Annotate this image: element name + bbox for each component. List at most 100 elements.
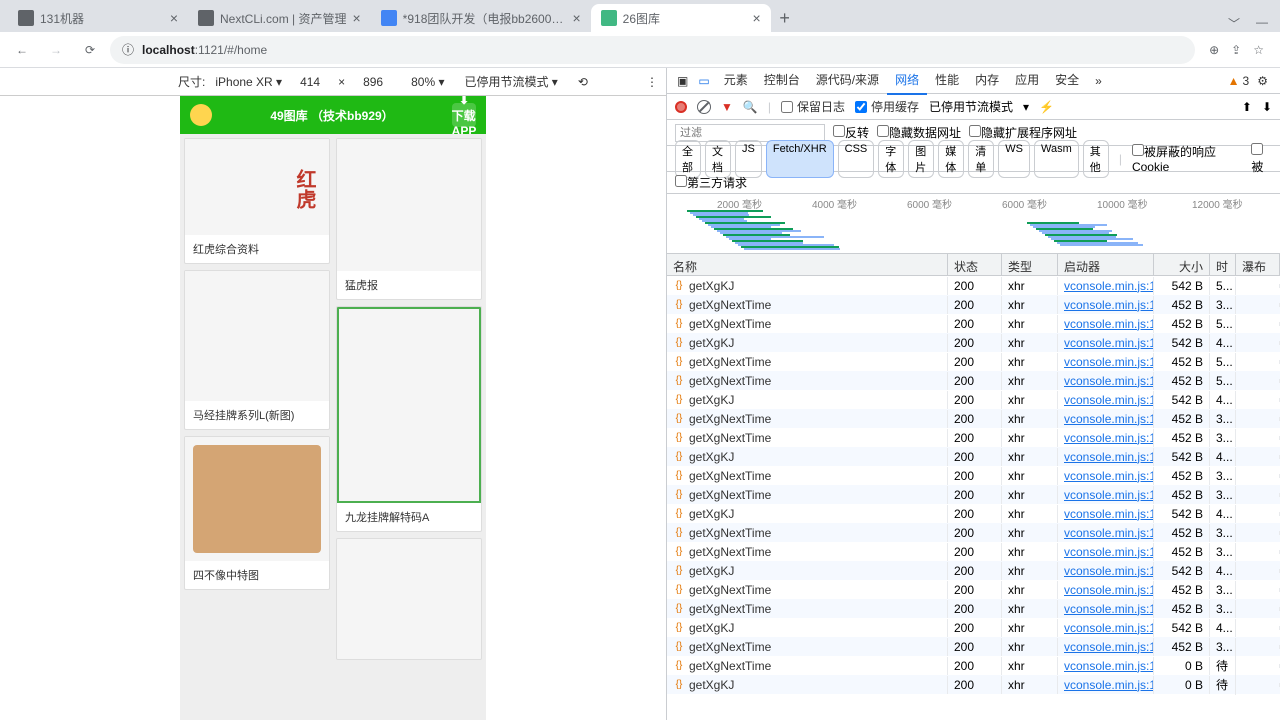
network-row[interactable]: {}getXgNextTime200xhrvconsole.min.js:104…: [667, 485, 1280, 504]
minimize-icon[interactable]: ﹀: [1228, 15, 1240, 32]
request-initiator[interactable]: vconsole.min.js:10: [1058, 467, 1154, 485]
network-row[interactable]: {}getXgNextTime200xhrvconsole.min.js:104…: [667, 295, 1280, 314]
back-button[interactable]: ←: [8, 36, 36, 64]
devtools-tab[interactable]: 性能: [927, 66, 967, 95]
content-card[interactable]: 九龙挂牌解特码A: [336, 306, 482, 532]
request-initiator[interactable]: vconsole.min.js:10: [1058, 562, 1154, 580]
close-tab-icon[interactable]: ×: [170, 10, 178, 26]
browser-tab[interactable]: *918团队开发（电报bb2600）-(×: [371, 4, 591, 32]
request-initiator[interactable]: vconsole.min.js:10: [1058, 391, 1154, 409]
network-row[interactable]: {}getXgNextTime200xhrvconsole.min.js:104…: [667, 599, 1280, 618]
content-card[interactable]: 马经挂牌系列L(新图): [184, 270, 330, 430]
invert-checkbox[interactable]: 反转: [833, 124, 869, 141]
import-icon[interactable]: ⬆: [1242, 100, 1252, 114]
network-row[interactable]: {}getXgKJ200xhrvconsole.min.js:10542 B4.…: [667, 390, 1280, 409]
request-initiator[interactable]: vconsole.min.js:10: [1058, 410, 1154, 428]
browser-tab[interactable]: 26图库×: [591, 4, 771, 32]
request-initiator[interactable]: vconsole.min.js:10: [1058, 676, 1154, 694]
network-row[interactable]: {}getXgKJ200xhrvconsole.min.js:10542 B4.…: [667, 561, 1280, 580]
devtools-tab[interactable]: 安全: [1047, 66, 1087, 95]
hide-data-checkbox[interactable]: 隐藏数据网址: [877, 124, 961, 141]
content-card[interactable]: 猛虎报: [336, 138, 482, 300]
hide-ext-checkbox[interactable]: 隐藏扩展程序网址: [969, 124, 1077, 141]
col-initiator[interactable]: 启动器: [1058, 254, 1154, 275]
share-icon[interactable]: ⇪: [1231, 43, 1241, 57]
translate-icon[interactable]: ⊕: [1209, 43, 1219, 57]
waterfall-overview[interactable]: 2000 毫秒4000 毫秒6000 毫秒6000 毫秒10000 毫秒1200…: [667, 194, 1280, 254]
forward-button[interactable]: →: [42, 36, 70, 64]
devtools-tab[interactable]: 源代码/来源: [808, 66, 887, 95]
filter-toggle-icon[interactable]: ▼: [721, 100, 733, 114]
blocked-cookie-checkbox[interactable]: 被屏蔽的响应 Cookie: [1132, 143, 1239, 174]
request-initiator[interactable]: vconsole.min.js:10: [1058, 448, 1154, 466]
network-row[interactable]: {}getXgKJ200xhrvconsole.min.js:10542 B5.…: [667, 276, 1280, 295]
col-waterfall[interactable]: 瀑布: [1236, 254, 1280, 275]
export-icon[interactable]: ⬇: [1262, 100, 1272, 114]
browser-tab[interactable]: 131机器×: [8, 4, 188, 32]
devtools-tab[interactable]: 网络: [887, 66, 927, 95]
bookmark-icon[interactable]: ☆: [1253, 43, 1264, 57]
devtools-tab[interactable]: 控制台: [756, 66, 808, 95]
request-initiator[interactable]: vconsole.min.js:10: [1058, 638, 1154, 656]
content-card[interactable]: 红虎综合资料: [184, 138, 330, 264]
network-row[interactable]: {}getXgNextTime200xhrvconsole.min.js:100…: [667, 656, 1280, 675]
request-initiator[interactable]: vconsole.min.js:10: [1058, 296, 1154, 314]
request-initiator[interactable]: vconsole.min.js:10: [1058, 277, 1154, 295]
search-icon[interactable]: 🔍: [743, 100, 758, 114]
request-initiator[interactable]: vconsole.min.js:10: [1058, 505, 1154, 523]
device-select[interactable]: iPhone XR ▾: [215, 75, 282, 89]
inspect-icon[interactable]: ▣: [673, 74, 692, 88]
throttle-select[interactable]: 已停用节流模式 ▾: [464, 73, 557, 90]
network-row[interactable]: {}getXgNextTime200xhrvconsole.min.js:104…: [667, 542, 1280, 561]
new-tab-button[interactable]: +: [771, 4, 799, 32]
network-row[interactable]: {}getXgNextTime200xhrvconsole.min.js:104…: [667, 428, 1280, 447]
browser-tab[interactable]: NextCLi.com | 资产管理×: [188, 4, 371, 32]
network-row[interactable]: {}getXgKJ200xhrvconsole.min.js:10542 B4.…: [667, 618, 1280, 637]
request-initiator[interactable]: vconsole.min.js:10: [1058, 353, 1154, 371]
network-row[interactable]: {}getXgNextTime200xhrvconsole.min.js:104…: [667, 466, 1280, 485]
maximize-icon[interactable]: —: [1256, 15, 1268, 32]
record-button[interactable]: [675, 101, 687, 113]
network-throttle-select[interactable]: 已停用节流模式: [929, 98, 1013, 115]
clear-button[interactable]: [697, 100, 711, 114]
network-row[interactable]: {}getXgNextTime200xhrvconsole.min.js:104…: [667, 314, 1280, 333]
warning-icon[interactable]: ▲: [1228, 74, 1240, 88]
request-initiator[interactable]: vconsole.min.js:10: [1058, 372, 1154, 390]
more-icon[interactable]: ⋮: [646, 75, 658, 89]
network-row[interactable]: {}getXgNextTime200xhrvconsole.min.js:104…: [667, 352, 1280, 371]
network-table-body[interactable]: {}getXgKJ200xhrvconsole.min.js:10542 B5.…: [667, 276, 1280, 720]
network-row[interactable]: {}getXgKJ200xhrvconsole.min.js:10542 B4.…: [667, 333, 1280, 352]
devtools-tab[interactable]: 元素: [716, 66, 756, 95]
devtools-tab[interactable]: 内存: [967, 66, 1007, 95]
request-initiator[interactable]: vconsole.min.js:10: [1058, 524, 1154, 542]
rotate-icon[interactable]: ⟲: [578, 75, 588, 89]
reload-button[interactable]: ⟳: [76, 36, 104, 64]
content-card[interactable]: 四不像中特图: [184, 436, 330, 590]
request-initiator[interactable]: vconsole.min.js:10: [1058, 600, 1154, 618]
request-initiator[interactable]: vconsole.min.js:10: [1058, 315, 1154, 333]
more-tabs-icon[interactable]: »: [1089, 74, 1108, 88]
third-party-checkbox[interactable]: 第三方请求: [675, 174, 747, 191]
network-row[interactable]: {}getXgKJ200xhrvconsole.min.js:10542 B4.…: [667, 447, 1280, 466]
network-row[interactable]: {}getXgKJ200xhrvconsole.min.js:100 B待: [667, 675, 1280, 694]
request-initiator[interactable]: vconsole.min.js:10: [1058, 581, 1154, 599]
close-tab-icon[interactable]: ×: [752, 10, 760, 26]
width-input[interactable]: 414: [292, 75, 328, 89]
network-row[interactable]: {}getXgNextTime200xhrvconsole.min.js:104…: [667, 580, 1280, 599]
request-initiator[interactable]: vconsole.min.js:10: [1058, 486, 1154, 504]
device-mode-icon[interactable]: ▭: [694, 74, 713, 88]
zoom-select[interactable]: 80% ▾: [411, 75, 444, 89]
download-app-button[interactable]: ⬇下载APP: [452, 103, 476, 127]
network-row[interactable]: {}getXgKJ200xhrvconsole.min.js:10542 B4.…: [667, 504, 1280, 523]
col-size[interactable]: 大小: [1154, 254, 1210, 275]
request-initiator[interactable]: vconsole.min.js:10: [1058, 543, 1154, 561]
network-row[interactable]: {}getXgNextTime200xhrvconsole.min.js:104…: [667, 409, 1280, 428]
close-tab-icon[interactable]: ×: [572, 10, 580, 26]
request-initiator[interactable]: vconsole.min.js:10: [1058, 429, 1154, 447]
url-field[interactable]: ⓘ localhost:1121/#/home: [110, 36, 1195, 64]
height-input[interactable]: 896: [355, 75, 391, 89]
disable-cache-checkbox[interactable]: 停用缓存: [855, 98, 919, 115]
request-initiator[interactable]: vconsole.min.js:10: [1058, 657, 1154, 675]
content-card[interactable]: [336, 538, 482, 660]
settings-icon[interactable]: ⚙: [1251, 74, 1274, 88]
